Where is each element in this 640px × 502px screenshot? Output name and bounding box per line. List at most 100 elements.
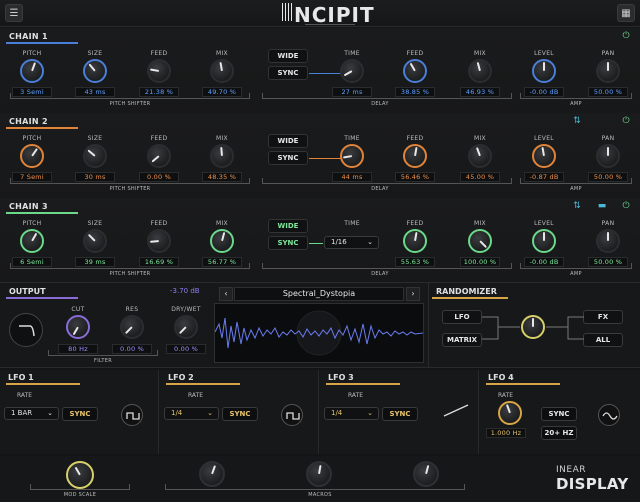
delay-group xyxy=(262,93,512,99)
next-preset-button[interactable]: › xyxy=(406,287,420,301)
rate-knob[interactable] xyxy=(498,401,522,425)
mix-knob[interactable] xyxy=(210,59,234,83)
route-icon[interactable]: ⇅ xyxy=(572,201,582,211)
rate-value[interactable]: 1.000 Hz xyxy=(486,428,526,438)
sync-connector xyxy=(309,243,323,244)
hz-range-button[interactable]: 20+ HZ xyxy=(541,426,577,440)
pan-knob[interactable] xyxy=(596,144,620,168)
res-knob[interactable] xyxy=(120,315,144,339)
amp-group xyxy=(520,263,632,269)
feed-knob[interactable] xyxy=(147,229,171,253)
pitch-knob[interactable] xyxy=(20,144,44,168)
pitch-knob[interactable] xyxy=(20,59,44,83)
amp-label: AMP xyxy=(570,271,582,277)
menu-icon[interactable]: ☰ xyxy=(5,4,23,22)
wide-button[interactable]: WIDE xyxy=(268,219,308,233)
sync-connector xyxy=(309,73,341,74)
chain-1-panel: CHAIN 1 ⏻ PITCH 3 Semi SIZE 43 ms FEED 2… xyxy=(0,28,640,122)
mix-label: MIX xyxy=(216,135,228,142)
output-underline xyxy=(6,297,78,299)
time-knob[interactable] xyxy=(340,144,364,168)
output-gain-value[interactable]: -3.70 dB xyxy=(170,287,200,295)
chevron-down-icon: ⌄ xyxy=(47,409,53,417)
size-knob[interactable] xyxy=(83,144,107,168)
randomize-amount-knob[interactable] xyxy=(521,315,545,339)
amp-label: AMP xyxy=(570,101,582,107)
sine-wave-icon[interactable] xyxy=(598,404,620,426)
lfo-title: LFO 4 xyxy=(488,373,514,382)
square-wave-icon[interactable] xyxy=(281,404,303,426)
cut-knob[interactable] xyxy=(66,315,90,339)
mix-knob[interactable] xyxy=(210,229,234,253)
randomize-fx-button[interactable]: FX xyxy=(583,310,623,324)
level-knob[interactable] xyxy=(532,144,556,168)
lfo-1-panel: LFO 1 RATE 1 BAR ⌄ SYNC xyxy=(0,370,159,454)
mix-knob[interactable] xyxy=(210,144,234,168)
delay-mix-knob[interactable] xyxy=(468,229,492,253)
rate-label: RATE xyxy=(188,392,204,399)
randomize-matrix-button[interactable]: MATRIX xyxy=(442,333,482,347)
randomize-all-button[interactable]: ALL xyxy=(583,333,623,347)
filter-label: FILTER xyxy=(94,358,112,364)
power-icon[interactable]: ⏻ xyxy=(621,116,631,126)
delay-feed-knob[interactable] xyxy=(403,59,427,83)
sync-button[interactable]: SYNC xyxy=(541,407,577,421)
rate-select[interactable]: 1/4 ⌄ xyxy=(324,407,379,420)
level-knob[interactable] xyxy=(532,59,556,83)
prev-preset-button[interactable]: ‹ xyxy=(219,287,233,301)
level-knob[interactable] xyxy=(532,229,556,253)
square-wave-icon[interactable] xyxy=(121,404,143,426)
app-logo: NCIPIT xyxy=(282,3,375,27)
pitch-knob[interactable] xyxy=(20,229,44,253)
time-label: TIME xyxy=(344,50,360,57)
sync-button[interactable]: SYNC xyxy=(382,407,418,421)
lfo-underline xyxy=(6,383,80,385)
delay-feed-knob[interactable] xyxy=(403,229,427,253)
wide-button[interactable]: WIDE xyxy=(268,134,308,148)
size-knob[interactable] xyxy=(83,59,107,83)
sync-button[interactable]: SYNC xyxy=(222,407,258,421)
sync-button[interactable]: SYNC xyxy=(268,66,308,80)
pan-label: PAN xyxy=(601,135,615,142)
drywet-knob[interactable] xyxy=(174,315,198,339)
time-division-select[interactable]: 1/16 ⌄ xyxy=(324,236,379,249)
time-knob[interactable] xyxy=(340,59,364,83)
power-icon[interactable]: ⏻ xyxy=(621,201,631,211)
rate-select[interactable]: 1/4 ⌄ xyxy=(164,407,219,420)
feed-knob[interactable] xyxy=(147,144,171,168)
folder-icon[interactable]: ▬ xyxy=(597,201,607,211)
chain-3-panel: CHAIN 3 ⇅ ▬ ⏻ PITCH 6 Semi SIZE 39 ms FE… xyxy=(0,198,640,283)
route-icon[interactable]: ⇅ xyxy=(572,116,582,126)
lfo-3-panel: LFO 3 RATE 1/4 ⌄ SYNC xyxy=(320,370,479,454)
pitch-label: PITCH xyxy=(22,50,42,57)
sync-button[interactable]: SYNC xyxy=(268,236,308,250)
chevron-down-icon: ⌄ xyxy=(207,409,213,417)
delay-mix-knob[interactable] xyxy=(468,144,492,168)
feed-knob[interactable] xyxy=(147,59,171,83)
wide-button[interactable]: WIDE xyxy=(268,49,308,63)
rate-label: RATE xyxy=(498,392,514,399)
lfo-title: LFO 1 xyxy=(8,373,34,382)
randomizer-title: RANDOMIZER xyxy=(436,287,497,296)
power-icon[interactable]: ⏻ xyxy=(621,31,631,41)
grid-icon[interactable]: ▦ xyxy=(617,4,635,22)
rate-select[interactable]: 1 BAR ⌄ xyxy=(4,407,59,420)
mix-label: MIX xyxy=(216,50,228,57)
pan-knob[interactable] xyxy=(596,229,620,253)
delay-mix-knob[interactable] xyxy=(468,59,492,83)
randomize-lfo-button[interactable]: LFO xyxy=(442,310,482,324)
size-label: SIZE xyxy=(87,50,103,57)
delay-feed-knob[interactable] xyxy=(403,144,427,168)
waveform-display xyxy=(214,303,424,363)
delay-feed-label: FEED xyxy=(406,135,424,142)
sync-button[interactable]: SYNC xyxy=(268,151,308,165)
filter-type-button[interactable] xyxy=(9,313,43,347)
size-knob[interactable] xyxy=(83,229,107,253)
pan-knob[interactable] xyxy=(596,59,620,83)
filter-group xyxy=(48,350,158,356)
saw-wave-icon[interactable] xyxy=(441,400,471,422)
sync-button[interactable]: SYNC xyxy=(62,407,98,421)
pitch-shifter-label: PITCH SHIFTER xyxy=(109,186,151,192)
preset-name[interactable]: Spectral_Dystopia xyxy=(234,287,404,301)
drywet-value[interactable]: 0.00 % xyxy=(166,344,206,354)
